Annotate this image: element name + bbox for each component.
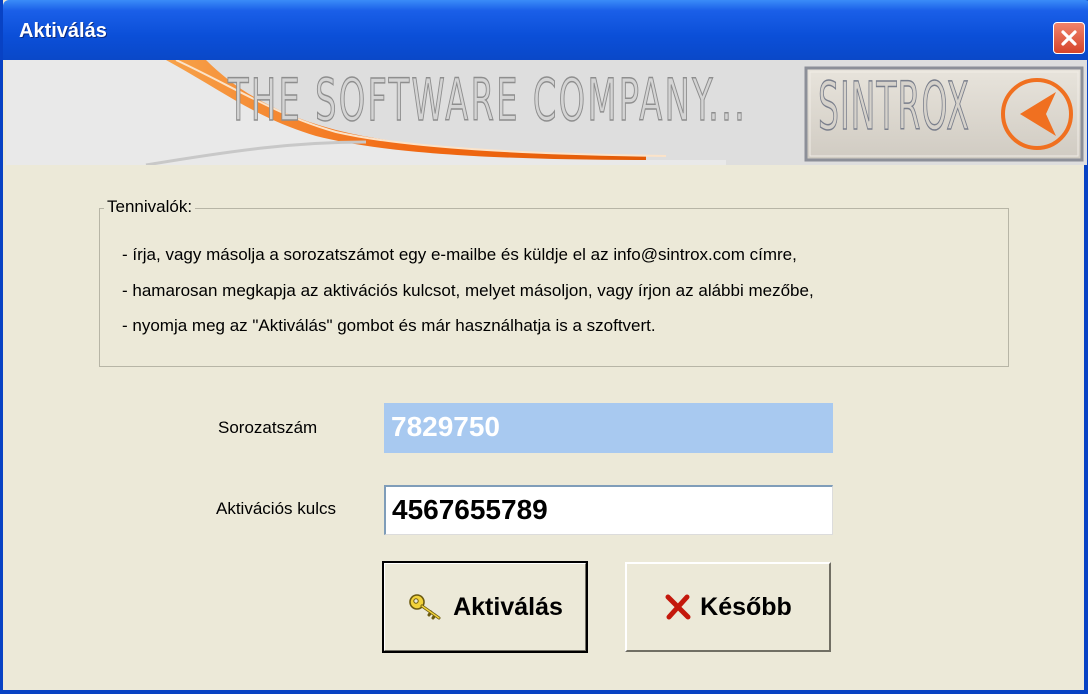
activate-button[interactable]: Aktiválás [382, 561, 588, 653]
instruction-line: - hamarosan megkapja az aktivációs kulcs… [122, 281, 814, 300]
close-icon [1061, 30, 1077, 46]
serial-number-field[interactable]: 7829750 [384, 403, 833, 453]
key-icon [407, 592, 445, 622]
company-banner: THE SOFTWARE COMPANY... SINTROX [6, 60, 1087, 165]
window-title: Aktiválás [19, 20, 107, 42]
banner-slogan: THE SOFTWARE COMPANY... [228, 65, 748, 135]
close-button[interactable] [1053, 22, 1085, 54]
serial-label: Sorozatszám [218, 418, 318, 437]
activation-dialog: Aktiválás THE SOFTWARE COMPANY... SINTRO… [0, 0, 1088, 694]
instruction-line: - nyomja meg az "Aktiválás" gombot és má… [122, 316, 656, 335]
instruction-line: - írja, vagy másolja a sorozatszámot egy… [122, 245, 797, 264]
x-mark-icon [664, 594, 692, 620]
logo-text: SINTROX [818, 67, 970, 146]
activate-button-label: Aktiválás [453, 592, 563, 621]
activation-key-label: Aktivációs kulcs [216, 499, 336, 518]
later-button[interactable]: Később [625, 562, 831, 652]
title-bar[interactable]: Aktiválás [3, 0, 1088, 60]
later-button-label: Később [700, 592, 792, 621]
activation-key-input[interactable]: 4567655789 [384, 485, 833, 535]
instructions-group: Tennivalók: - írja, vagy másolja a soroz… [99, 197, 1009, 367]
instructions-title: Tennivalók: [104, 197, 196, 217]
